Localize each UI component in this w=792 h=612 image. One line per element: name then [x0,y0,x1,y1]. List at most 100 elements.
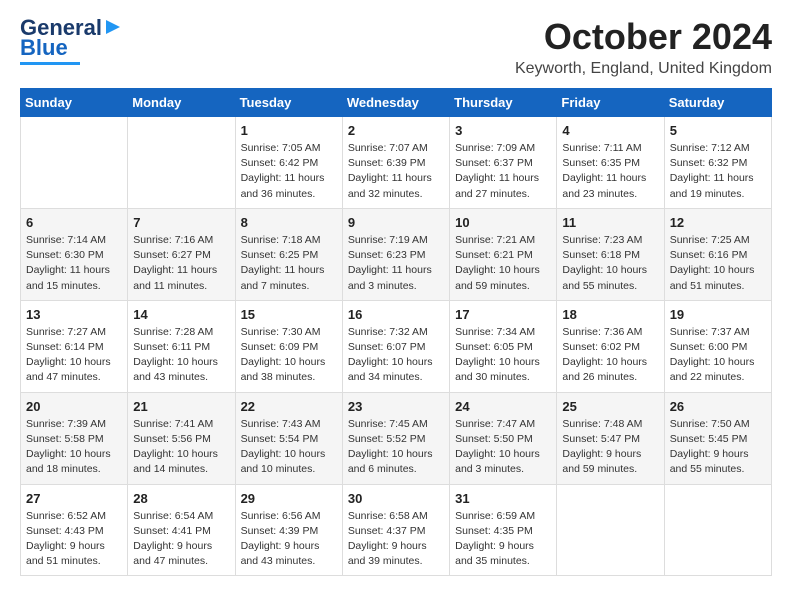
location: Keyworth, England, United Kingdom [515,60,772,78]
day-info: Sunrise: 7:19 AM Sunset: 6:23 PM Dayligh… [348,233,444,294]
calendar-cell: 16Sunrise: 7:32 AM Sunset: 6:07 PM Dayli… [342,300,449,392]
calendar-cell [664,484,771,576]
day-number: 6 [26,215,122,230]
day-number: 19 [670,307,766,322]
day-info: Sunrise: 6:58 AM Sunset: 4:37 PM Dayligh… [348,509,444,570]
day-info: Sunrise: 7:07 AM Sunset: 6:39 PM Dayligh… [348,141,444,202]
day-info: Sunrise: 7:28 AM Sunset: 6:11 PM Dayligh… [133,325,229,386]
weekday-header-wednesday: Wednesday [342,89,449,117]
day-info: Sunrise: 7:39 AM Sunset: 5:58 PM Dayligh… [26,417,122,478]
day-number: 28 [133,491,229,506]
day-info: Sunrise: 7:27 AM Sunset: 6:14 PM Dayligh… [26,325,122,386]
day-number: 3 [455,123,551,138]
day-info: Sunrise: 7:45 AM Sunset: 5:52 PM Dayligh… [348,417,444,478]
day-info: Sunrise: 7:11 AM Sunset: 6:35 PM Dayligh… [562,141,658,202]
day-number: 21 [133,399,229,414]
calendar-cell: 24 Sunrise: 7:47 AM Sunset: 5:50 PM Dayli… [450,392,557,484]
day-info: Sunrise: 6:59 AM Sunset: 4:35 PM Dayligh… [455,509,551,570]
calendar-week-row: 13 Sunrise: 7:27 AM Sunset: 6:14 PM Dayli… [21,300,772,392]
weekday-header-row: SundayMondayTuesdayWednesdayThursdayFrid… [21,89,772,117]
calendar-cell: 7 Sunrise: 7:16 AM Sunset: 6:27 PM Daylig… [128,208,235,300]
calendar-cell: 25Sunrise: 7:48 AM Sunset: 5:47 PM Dayli… [557,392,664,484]
day-number: 1 [241,123,337,138]
day-number: 16 [348,307,444,322]
day-number: 18 [562,307,658,322]
day-info: Sunrise: 7:16 AM Sunset: 6:27 PM Dayligh… [133,233,229,294]
page-header: General Blue October 2024 Keyworth, Engl… [20,16,772,78]
calendar-cell: 14 Sunrise: 7:28 AM Sunset: 6:11 PM Dayli… [128,300,235,392]
calendar-cell: 12Sunrise: 7:25 AM Sunset: 6:16 PM Dayli… [664,208,771,300]
calendar-cell: 13 Sunrise: 7:27 AM Sunset: 6:14 PM Dayli… [21,300,128,392]
weekday-header-thursday: Thursday [450,89,557,117]
day-number: 14 [133,307,229,322]
day-number: 12 [670,215,766,230]
day-info: Sunrise: 7:36 AM Sunset: 6:02 PM Dayligh… [562,325,658,386]
day-info: Sunrise: 7:41 AM Sunset: 5:56 PM Dayligh… [133,417,229,478]
day-info: Sunrise: 7:18 AM Sunset: 6:25 PM Dayligh… [241,233,337,294]
day-number: 7 [133,215,229,230]
day-number: 15 [241,307,337,322]
day-number: 10 [455,215,551,230]
calendar-cell: 3 Sunrise: 7:09 AM Sunset: 6:37 PM Daylig… [450,117,557,209]
calendar-cell: 9 Sunrise: 7:19 AM Sunset: 6:23 PM Daylig… [342,208,449,300]
calendar-cell: 4 Sunrise: 7:11 AM Sunset: 6:35 PM Daylig… [557,117,664,209]
day-info: Sunrise: 7:14 AM Sunset: 6:30 PM Dayligh… [26,233,122,294]
calendar-cell: 5Sunrise: 7:12 AM Sunset: 6:32 PM Daylig… [664,117,771,209]
day-info: Sunrise: 7:12 AM Sunset: 6:32 PM Dayligh… [670,141,766,202]
calendar-cell: 19 Sunrise: 7:37 AM Sunset: 6:00 PM Dayli… [664,300,771,392]
day-number: 20 [26,399,122,414]
day-number: 4 [562,123,658,138]
calendar-cell: 29Sunrise: 6:56 AM Sunset: 4:39 PM Dayli… [235,484,342,576]
calendar-cell: 28 Sunrise: 6:54 AM Sunset: 4:41 PM Dayli… [128,484,235,576]
calendar-cell: 2 Sunrise: 7:07 AM Sunset: 6:39 PM Daylig… [342,117,449,209]
calendar-cell: 17 Sunrise: 7:34 AM Sunset: 6:05 PM Dayli… [450,300,557,392]
day-number: 2 [348,123,444,138]
day-number: 9 [348,215,444,230]
calendar-week-row: 20 Sunrise: 7:39 AM Sunset: 5:58 PM Dayli… [21,392,772,484]
calendar-cell: 8 Sunrise: 7:18 AM Sunset: 6:25 PM Daylig… [235,208,342,300]
calendar-table: SundayMondayTuesdayWednesdayThursdayFrid… [20,88,772,576]
calendar-cell [557,484,664,576]
calendar-cell [128,117,235,209]
weekday-header-tuesday: Tuesday [235,89,342,117]
calendar-cell: 15 Sunrise: 7:30 AM Sunset: 6:09 PM Dayli… [235,300,342,392]
calendar-cell: 26Sunrise: 7:50 AM Sunset: 5:45 PM Dayli… [664,392,771,484]
day-info: Sunrise: 7:34 AM Sunset: 6:05 PM Dayligh… [455,325,551,386]
calendar-cell: 1 Sunrise: 7:05 AM Sunset: 6:42 PM Daylig… [235,117,342,209]
day-info: Sunrise: 7:43 AM Sunset: 5:54 PM Dayligh… [241,417,337,478]
day-info: Sunrise: 6:52 AM Sunset: 4:43 PM Dayligh… [26,509,122,570]
title-block: October 2024 Keyworth, England, United K… [515,16,772,78]
calendar-cell: 23 Sunrise: 7:45 AM Sunset: 5:52 PM Dayli… [342,392,449,484]
day-info: Sunrise: 7:30 AM Sunset: 6:09 PM Dayligh… [241,325,337,386]
calendar-cell: 31 Sunrise: 6:59 AM Sunset: 4:35 PM Dayli… [450,484,557,576]
day-number: 25 [562,399,658,414]
day-number: 8 [241,215,337,230]
weekday-header-saturday: Saturday [664,89,771,117]
calendar-week-row: 27Sunrise: 6:52 AM Sunset: 4:43 PM Dayli… [21,484,772,576]
calendar-week-row: 1 Sunrise: 7:05 AM Sunset: 6:42 PM Daylig… [21,117,772,209]
logo: General Blue [20,16,122,65]
weekday-header-sunday: Sunday [21,89,128,117]
day-info: Sunrise: 6:54 AM Sunset: 4:41 PM Dayligh… [133,509,229,570]
day-number: 13 [26,307,122,322]
day-number: 23 [348,399,444,414]
day-number: 24 [455,399,551,414]
calendar-cell: 20 Sunrise: 7:39 AM Sunset: 5:58 PM Dayli… [21,392,128,484]
calendar-cell: 10Sunrise: 7:21 AM Sunset: 6:21 PM Dayli… [450,208,557,300]
day-info: Sunrise: 7:37 AM Sunset: 6:00 PM Dayligh… [670,325,766,386]
calendar-cell: 6 Sunrise: 7:14 AM Sunset: 6:30 PM Daylig… [21,208,128,300]
day-info: Sunrise: 7:23 AM Sunset: 6:18 PM Dayligh… [562,233,658,294]
day-info: Sunrise: 7:47 AM Sunset: 5:50 PM Dayligh… [455,417,551,478]
day-number: 17 [455,307,551,322]
calendar-week-row: 6 Sunrise: 7:14 AM Sunset: 6:30 PM Daylig… [21,208,772,300]
day-number: 11 [562,215,658,230]
logo-arrow-icon [104,18,122,36]
day-info: Sunrise: 7:09 AM Sunset: 6:37 PM Dayligh… [455,141,551,202]
calendar-cell: 22 Sunrise: 7:43 AM Sunset: 5:54 PM Dayli… [235,392,342,484]
day-number: 31 [455,491,551,506]
day-number: 22 [241,399,337,414]
month-title: October 2024 [515,16,772,58]
weekday-header-friday: Friday [557,89,664,117]
calendar-cell: 11 Sunrise: 7:23 AM Sunset: 6:18 PM Dayli… [557,208,664,300]
day-info: Sunrise: 7:05 AM Sunset: 6:42 PM Dayligh… [241,141,337,202]
